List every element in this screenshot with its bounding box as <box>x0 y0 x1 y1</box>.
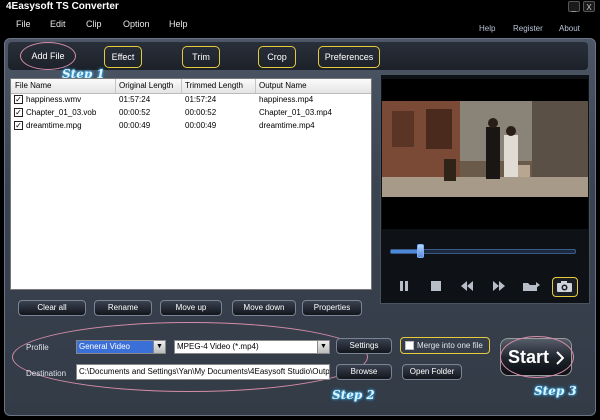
merge-label: Merge into one file <box>417 341 483 350</box>
row-original-length: 00:00:49 <box>119 121 151 130</box>
crop-button[interactable]: Crop <box>258 46 296 68</box>
destination-label: Destination <box>26 369 67 378</box>
profile-select[interactable]: General Video ▼ <box>76 340 166 354</box>
window-title: 4Easysoft TS Converter <box>6 1 119 12</box>
row-file-name: Chapter_01_03.vob <box>26 108 97 117</box>
step2-highlight <box>12 322 368 392</box>
move-down-button[interactable]: Move down <box>232 300 296 316</box>
about-link[interactable]: About <box>559 24 580 33</box>
table-row[interactable]: ✓ Chapter_01_03.vob 00:00:52 00:00:52 Ch… <box>11 107 371 119</box>
menu-clip[interactable]: Clip <box>86 19 102 29</box>
open-folder-button[interactable]: Open Folder <box>402 364 462 380</box>
destination-input[interactable]: C:\Documents and Settings\Yan\My Documen… <box>76 364 330 380</box>
row-output-name: happiness.mp4 <box>259 95 314 104</box>
row-file-name: dreamtime.mpg <box>26 121 82 130</box>
video-frame-image <box>382 79 588 229</box>
menu-help[interactable]: Help <box>169 19 188 29</box>
trim-button[interactable]: Trim <box>182 46 220 68</box>
merge-checkbox[interactable] <box>405 341 414 350</box>
row-trimmed-length: 01:57:24 <box>185 95 217 104</box>
column-file-name[interactable]: File Name <box>15 81 51 90</box>
register-link[interactable]: Register <box>513 24 543 33</box>
browse-button[interactable]: Browse <box>336 364 392 380</box>
chevron-down-icon: ▼ <box>317 341 329 353</box>
snapshot-button[interactable] <box>552 277 578 297</box>
clear-all-button[interactable]: Clear all <box>18 300 86 316</box>
column-separator <box>255 79 256 93</box>
seek-handle[interactable] <box>416 244 424 258</box>
menu-file[interactable]: File <box>16 19 31 29</box>
step3-highlight <box>500 336 574 378</box>
stop-icon[interactable] <box>426 277 446 295</box>
properties-button[interactable]: Properties <box>302 300 362 316</box>
help-link[interactable]: Help <box>479 24 495 33</box>
column-original-length[interactable]: Original Length <box>119 81 173 90</box>
file-list-header: File Name Original Length Trimmed Length… <box>11 79 371 94</box>
snapshot-icon <box>557 281 572 292</box>
toolbar <box>8 42 588 70</box>
minimize-button[interactable]: _ <box>568 1 580 12</box>
format-select[interactable]: MPEG-4 Video (*.mp4) ▼ <box>174 340 330 354</box>
menu-edit[interactable]: Edit <box>50 19 66 29</box>
row-checkbox[interactable]: ✓ <box>14 95 23 104</box>
column-separator <box>181 79 182 93</box>
close-button[interactable]: X <box>583 1 595 12</box>
open-folder-icon[interactable] <box>521 277 541 295</box>
row-output-name: Chapter_01_03.mp4 <box>259 108 332 117</box>
row-checkbox[interactable]: ✓ <box>14 121 23 130</box>
row-file-name: happiness.wmv <box>26 95 82 104</box>
row-trimmed-length: 00:00:52 <box>185 108 217 117</box>
profile-value: General Video <box>79 342 130 351</box>
column-separator <box>115 79 116 93</box>
effect-button[interactable]: Effect <box>104 46 142 68</box>
step2-label: Step 2 <box>332 388 375 402</box>
settings-button[interactable]: Settings <box>336 338 392 354</box>
merge-option[interactable]: Merge into one file <box>400 337 490 354</box>
row-output-name: dreamtime.mp4 <box>259 121 315 130</box>
video-preview <box>382 79 588 229</box>
table-row[interactable]: ✓ dreamtime.mpg 00:00:49 00:00:49 dreamt… <box>11 120 371 132</box>
row-checkbox[interactable]: ✓ <box>14 108 23 117</box>
row-trimmed-length: 00:00:49 <box>185 121 217 130</box>
format-value: MPEG-4 Video (*.mp4) <box>177 342 259 351</box>
profile-label: Profile <box>26 343 49 352</box>
rewind-icon[interactable] <box>457 277 477 295</box>
row-original-length: 00:00:52 <box>119 108 151 117</box>
column-trimmed-length[interactable]: Trimmed Length <box>185 81 243 90</box>
fast-forward-icon[interactable] <box>489 277 509 295</box>
move-up-button[interactable]: Move up <box>160 300 222 316</box>
rename-button[interactable]: Rename <box>94 300 152 316</box>
preferences-button[interactable]: Preferences <box>318 46 380 68</box>
file-list[interactable]: File Name Original Length Trimmed Length… <box>10 78 372 290</box>
table-row[interactable]: ✓ happiness.wmv 01:57:24 01:57:24 happin… <box>11 94 371 106</box>
menu-option[interactable]: Option <box>123 19 150 29</box>
row-original-length: 01:57:24 <box>119 95 151 104</box>
pause-icon[interactable] <box>394 277 414 295</box>
chevron-down-icon: ▼ <box>153 341 165 353</box>
step3-label: Step 3 <box>534 384 577 398</box>
column-output-name[interactable]: Output Name <box>259 81 307 90</box>
add-file-button[interactable]: Add File <box>24 46 72 68</box>
